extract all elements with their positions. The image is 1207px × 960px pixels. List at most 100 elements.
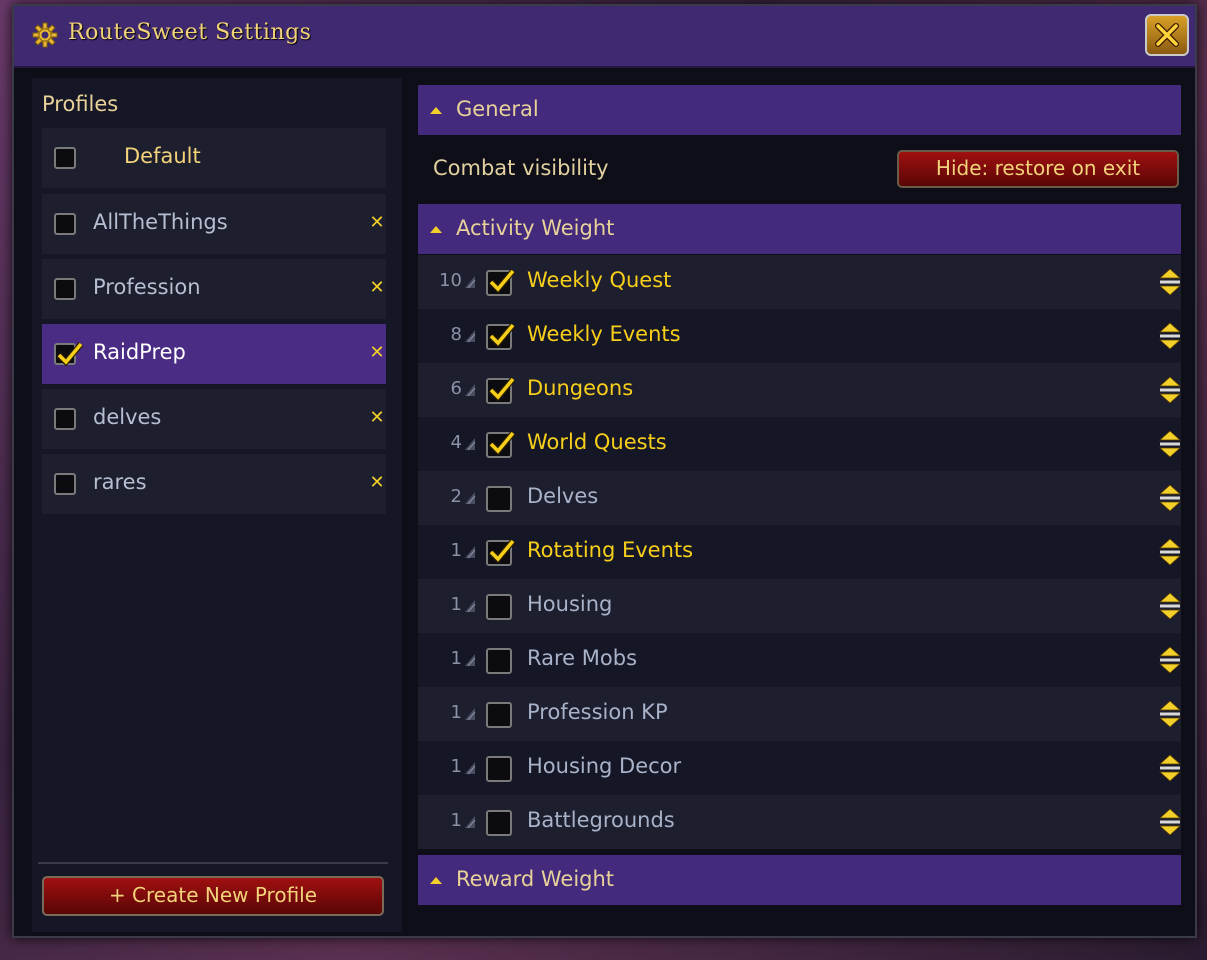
reorder-arrows-icon[interactable]: [1159, 484, 1181, 512]
activity-label: Battlegrounds: [527, 808, 675, 832]
profile-checkbox[interactable]: [54, 342, 84, 367]
activity-weight-value: 1: [450, 648, 462, 669]
profile-checkbox[interactable]: [54, 278, 76, 300]
settings-panel: General Combat visibility Hide: restore …: [418, 82, 1184, 932]
weight-slider-icon[interactable]: [464, 383, 476, 397]
activity-row[interactable]: 10 Weekly Quest: [418, 255, 1181, 309]
checkmark-icon: [488, 323, 516, 348]
activity-label: Rare Mobs: [527, 646, 638, 670]
activity-row[interactable]: 4 World Quests: [418, 417, 1181, 471]
activity-label: Dungeons: [527, 376, 634, 400]
weight-slider-icon[interactable]: [464, 275, 476, 289]
activity-label: Profession KP: [527, 700, 668, 724]
reorder-arrows-icon[interactable]: [1159, 322, 1181, 350]
activity-row[interactable]: 1 Housing: [418, 579, 1181, 633]
delete-profile-icon[interactable]: ✕: [368, 212, 386, 234]
checkmark-icon: [56, 342, 84, 367]
close-icon: [1155, 23, 1179, 47]
collapse-arrow-icon: [430, 107, 442, 114]
profile-item-raidprep[interactable]: RaidPrep ✕: [42, 324, 386, 384]
checkmark-icon: [488, 269, 516, 294]
section-title: General: [456, 97, 539, 121]
activity-weight-value: 1: [450, 702, 462, 723]
profile-checkbox[interactable]: [54, 213, 76, 235]
checkmark-icon: [488, 431, 516, 456]
weight-slider-icon[interactable]: [464, 707, 476, 721]
weight-slider-icon[interactable]: [464, 599, 476, 613]
activity-checkbox[interactable]: [486, 269, 516, 296]
reorder-arrows-icon[interactable]: [1159, 538, 1181, 566]
reorder-arrows-icon[interactable]: [1159, 808, 1181, 836]
delete-profile-icon[interactable]: ✕: [368, 277, 386, 299]
checkmark-icon: [488, 539, 516, 564]
weight-slider-icon[interactable]: [464, 545, 476, 559]
activity-checkbox[interactable]: [486, 486, 512, 512]
weight-slider-icon[interactable]: [464, 437, 476, 451]
reorder-arrows-icon[interactable]: [1159, 430, 1181, 458]
delete-profile-icon[interactable]: ✕: [368, 342, 386, 364]
delete-profile-icon[interactable]: ✕: [368, 407, 386, 429]
profile-label: AllTheThings: [93, 210, 228, 234]
reorder-arrows-icon[interactable]: [1159, 268, 1181, 296]
profile-checkbox[interactable]: [54, 408, 76, 430]
activity-label: Rotating Events: [527, 538, 694, 562]
activity-checkbox[interactable]: [486, 377, 516, 404]
profile-checkbox[interactable]: [54, 147, 76, 169]
weight-slider-icon[interactable]: [464, 815, 476, 829]
reorder-arrows-icon[interactable]: [1159, 592, 1181, 620]
activity-checkbox[interactable]: [486, 594, 512, 620]
activity-label: Delves: [527, 484, 599, 508]
activity-label: Housing Decor: [527, 754, 682, 778]
section-activity-weight-header[interactable]: Activity Weight: [418, 204, 1181, 254]
activity-row[interactable]: 2 Delves: [418, 471, 1181, 525]
weight-slider-icon[interactable]: [464, 491, 476, 505]
profile-item-profession[interactable]: Profession ✕: [42, 259, 386, 319]
activity-weight-value: 1: [450, 810, 462, 831]
activity-checkbox[interactable]: [486, 810, 512, 836]
section-title: Activity Weight: [456, 216, 615, 240]
profile-label: Profession: [93, 275, 201, 299]
profiles-panel: Profiles Default AllTheThings ✕ Professi…: [32, 78, 402, 932]
section-general-header[interactable]: General: [418, 85, 1181, 135]
activity-row[interactable]: 1 Rare Mobs: [418, 633, 1181, 687]
collapse-arrow-icon: [430, 226, 442, 233]
profile-item-default[interactable]: Default: [42, 128, 386, 188]
combat-visibility-label: Combat visibility: [433, 156, 609, 180]
close-button[interactable]: [1145, 14, 1189, 56]
create-profile-button[interactable]: + Create New Profile: [42, 876, 384, 916]
weight-slider-icon[interactable]: [464, 761, 476, 775]
weight-slider-icon[interactable]: [464, 653, 476, 667]
delete-profile-icon[interactable]: ✕: [368, 472, 386, 494]
profile-label: delves: [93, 405, 162, 429]
activity-weight-value: 2: [450, 486, 462, 507]
profile-item-allthethings[interactable]: AllTheThings ✕: [42, 194, 386, 254]
reorder-arrows-icon[interactable]: [1159, 754, 1181, 782]
profile-item-delves[interactable]: delves ✕: [42, 389, 386, 449]
weight-slider-icon[interactable]: [464, 329, 476, 343]
reorder-arrows-icon[interactable]: [1159, 700, 1181, 728]
activity-checkbox[interactable]: [486, 702, 512, 728]
activity-row[interactable]: 1 Housing Decor: [418, 741, 1181, 795]
reorder-arrows-icon[interactable]: [1159, 646, 1181, 674]
activity-row[interactable]: 1 Profession KP: [418, 687, 1181, 741]
activity-weight-value: 4: [450, 432, 462, 453]
profile-label: rares: [93, 470, 147, 494]
activity-row[interactable]: 1 Battlegrounds: [418, 795, 1181, 849]
activity-checkbox[interactable]: [486, 648, 512, 674]
activity-row[interactable]: 8 Weekly Events: [418, 309, 1181, 363]
combat-visibility-dropdown[interactable]: Hide: restore on exit: [897, 150, 1179, 188]
activity-checkbox[interactable]: [486, 756, 512, 782]
activity-checkbox[interactable]: [486, 323, 516, 350]
profile-checkbox[interactable]: [54, 473, 76, 495]
activity-row[interactable]: 6 Dungeons: [418, 363, 1181, 417]
activity-checkbox[interactable]: [486, 539, 516, 566]
reorder-arrows-icon[interactable]: [1159, 376, 1181, 404]
section-reward-weight-header[interactable]: Reward Weight: [418, 855, 1181, 905]
activity-label: World Quests: [527, 430, 667, 454]
activity-weight-value: 1: [450, 594, 462, 615]
activity-weight-value: 1: [450, 540, 462, 561]
activity-label: Weekly Quest: [527, 268, 672, 292]
activity-row[interactable]: 1 Rotating Events: [418, 525, 1181, 579]
activity-checkbox[interactable]: [486, 431, 516, 458]
profile-item-rares[interactable]: rares ✕: [42, 454, 386, 514]
